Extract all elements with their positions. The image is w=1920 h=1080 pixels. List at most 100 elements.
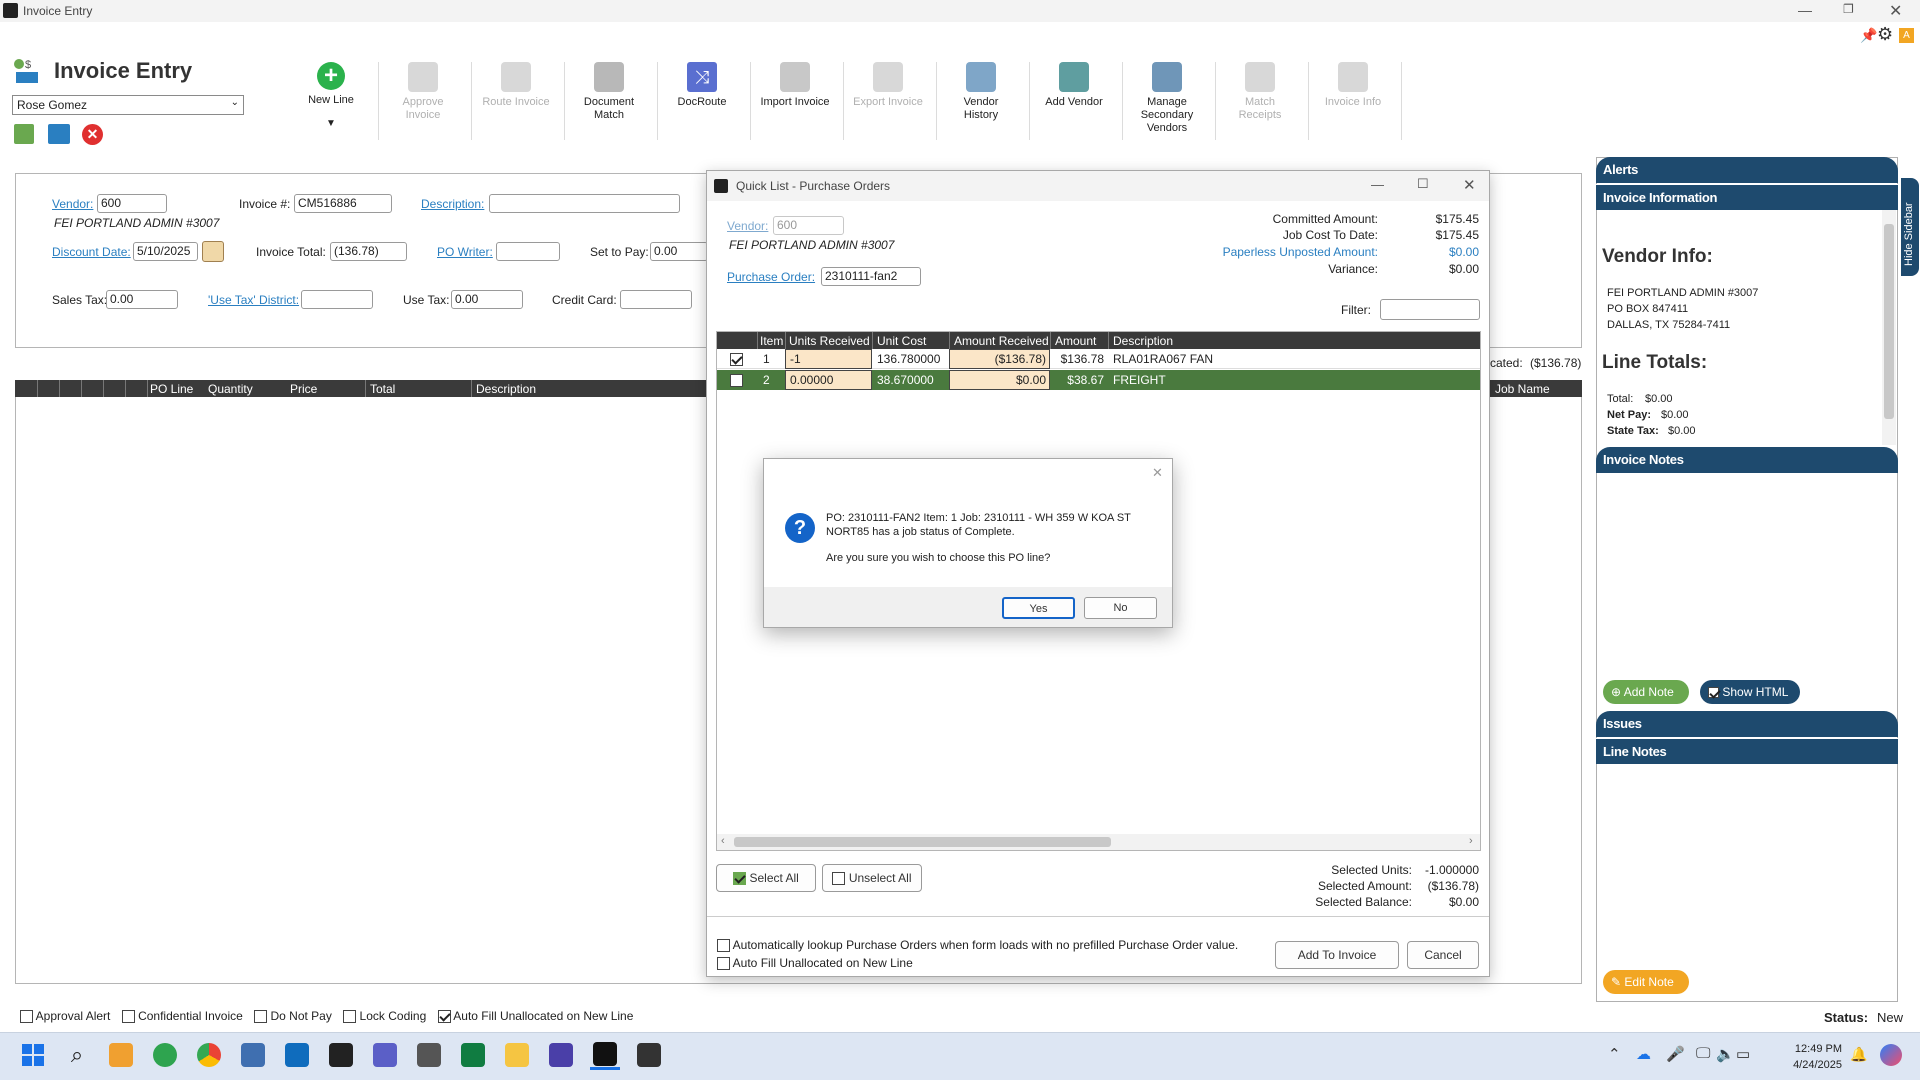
sidebar-scrollbar[interactable] (1882, 210, 1896, 445)
col-description[interactable]: Description (1113, 334, 1173, 348)
row-amount-received[interactable]: ($136.78) (949, 349, 1050, 369)
taskbar-chrome[interactable] (194, 1040, 224, 1070)
taskbar-excel[interactable] (458, 1040, 488, 1070)
col-description[interactable]: Description (476, 382, 536, 396)
gear-icon[interactable]: ⚙ (1877, 24, 1893, 45)
description-field[interactable] (489, 194, 680, 213)
route-invoice-button[interactable]: Route Invoice (481, 62, 551, 109)
taskbar-app[interactable] (326, 1040, 356, 1070)
use-tax-district-field[interactable] (301, 290, 373, 309)
use-tax-field[interactable]: 0.00 (451, 290, 523, 309)
row-checkbox[interactable] (730, 353, 743, 367)
ql-purchase-order-link[interactable]: Purchase Order: (727, 270, 815, 284)
taskbar-app[interactable] (238, 1040, 268, 1070)
discount-date-link[interactable]: Discount Date: (52, 245, 131, 259)
close-icon[interactable]: ✕ (1889, 1, 1902, 21)
alerts-header[interactable]: Alerts (1596, 157, 1898, 183)
chevron-left-icon[interactable]: ‹ (721, 835, 725, 847)
col-unit-cost[interactable]: Unit Cost (877, 334, 926, 348)
alert-badge-icon[interactable]: A (1899, 28, 1914, 43)
edit-note-button[interactable]: ✎ Edit Note (1603, 970, 1689, 994)
add-note-button[interactable]: ⊕ Add Note (1603, 680, 1689, 704)
taskbar-app[interactable] (634, 1040, 664, 1070)
taskbar-invoice-app[interactable] (590, 1040, 620, 1070)
show-html-toggle[interactable]: Show HTML (1700, 680, 1800, 704)
start-button[interactable] (18, 1040, 48, 1070)
maximize-icon[interactable]: ❐ (1843, 2, 1854, 16)
volume-icon[interactable]: 🔈 (1716, 1045, 1735, 1063)
col-po-line[interactable]: PO Line (150, 382, 204, 396)
docroute-button[interactable]: ⤨ DocRoute (667, 62, 737, 109)
add-vendor-button[interactable]: Add Vendor (1039, 62, 1109, 109)
row-amount-received[interactable]: $0.00 (949, 370, 1050, 390)
hide-sidebar-tab[interactable]: Hide Sidebar (1901, 178, 1919, 276)
minimize-icon[interactable]: — (1371, 177, 1384, 192)
manage-secondary-vendors-button[interactable]: Manage Secondary Vendors (1132, 62, 1202, 135)
battery-icon[interactable]: ▭ (1736, 1045, 1750, 1063)
taskbar-teams[interactable] (370, 1040, 400, 1070)
taskbar-app[interactable] (546, 1040, 576, 1070)
scrollbar-thumb[interactable] (734, 837, 1111, 847)
invoice-notes-header[interactable]: Invoice Notes (1596, 447, 1898, 473)
table-row-selected[interactable]: 2 0.00000 38.670000 $0.00 $38.67 FREIGHT (717, 370, 1480, 390)
close-icon[interactable]: ✕ (1152, 465, 1163, 481)
minimize-icon[interactable]: — (1798, 2, 1812, 18)
po-writer-field[interactable] (496, 242, 560, 261)
clock-time[interactable]: 12:49 PM (1784, 1043, 1842, 1055)
vendor-field[interactable]: 600 (97, 194, 167, 213)
line-notes-header[interactable]: Line Notes (1596, 738, 1898, 764)
microphone-icon[interactable]: 🎤 (1666, 1045, 1685, 1063)
ql-auto-fill-checkbox[interactable]: Auto Fill Unallocated on New Line (717, 956, 913, 971)
search-button[interactable]: ⌕ (62, 1040, 92, 1070)
vendor-link[interactable]: Vendor: (52, 197, 93, 211)
import-invoice-button[interactable]: Import Invoice (760, 62, 830, 109)
col-item[interactable]: Item (760, 334, 783, 348)
document-match-button[interactable]: Document Match (574, 62, 644, 122)
credit-card-field[interactable] (620, 290, 692, 309)
chevron-down-icon[interactable]: ▼ (296, 117, 366, 130)
close-icon[interactable]: ✕ (1463, 176, 1476, 194)
confidential-invoice-checkbox[interactable]: Confidential Invoice (121, 1009, 243, 1024)
cancel-icon[interactable]: ✕ (82, 124, 103, 145)
select-all-button[interactable]: Select All (716, 864, 816, 892)
monitor-icon[interactable]: 🖵 (1696, 1045, 1710, 1062)
col-amount[interactable]: Amount (1055, 334, 1096, 348)
ql-vendor-link[interactable]: Vendor: (727, 219, 768, 233)
export-invoice-button[interactable]: Export Invoice (853, 62, 923, 109)
invoice-info-button[interactable]: Invoice Info (1318, 62, 1388, 109)
invoice-number-field[interactable]: CM516886 (294, 194, 392, 213)
maximize-icon[interactable]: ☐ (1417, 176, 1429, 192)
col-units-received[interactable]: Units Received (789, 334, 870, 348)
taskbar-explorer[interactable] (502, 1040, 532, 1070)
match-receipts-button[interactable]: Match Receipts (1225, 62, 1295, 122)
taskbar-app[interactable] (106, 1040, 136, 1070)
col-amount-received[interactable]: Amount Received (954, 334, 1049, 348)
vendor-history-button[interactable]: Vendor History (946, 62, 1016, 122)
discount-date-field[interactable]: 5/10/2025 (133, 242, 198, 261)
notification-icon[interactable]: 🔔 (1850, 1046, 1867, 1063)
calendar-icon[interactable] (202, 241, 224, 262)
issues-header[interactable]: Issues (1596, 711, 1898, 737)
description-link[interactable]: Description: (421, 197, 484, 211)
invoice-total-field[interactable]: (136.78) (330, 242, 407, 261)
set-to-pay-field[interactable]: 0.00 (650, 242, 708, 261)
user-select[interactable]: Rose Gomez ⌄ (12, 95, 244, 115)
lock-coding-checkbox[interactable]: Lock Coding (343, 1009, 426, 1024)
po-writer-link[interactable]: PO Writer: (437, 245, 493, 259)
cloud-icon[interactable]: ☁ (1636, 1045, 1651, 1063)
scrollbar-thumb[interactable] (1884, 224, 1894, 419)
horizontal-scrollbar[interactable]: ‹ › (717, 834, 1480, 850)
col-quantity[interactable]: Quantity (208, 382, 253, 396)
auto-fill-checkbox[interactable]: Auto Fill Unallocated on New Line (437, 1009, 633, 1024)
ql-purchase-order-field[interactable]: 2310111-fan2 (821, 267, 921, 286)
chevron-right-icon[interactable]: › (1469, 835, 1473, 847)
col-price[interactable]: Price (290, 382, 317, 396)
use-tax-district-link[interactable]: 'Use Tax' District: (208, 293, 299, 307)
row-units-received[interactable]: -1 (785, 349, 872, 369)
sales-tax-field[interactable]: 0.00 (106, 290, 178, 309)
row-units-received[interactable]: 0.00000 (785, 370, 872, 390)
invoice-information-header[interactable]: Invoice Information (1596, 184, 1898, 210)
yes-button[interactable]: Yes (1002, 597, 1075, 619)
col-job-name[interactable]: Job Name (1495, 382, 1550, 396)
no-button[interactable]: No (1084, 597, 1157, 619)
